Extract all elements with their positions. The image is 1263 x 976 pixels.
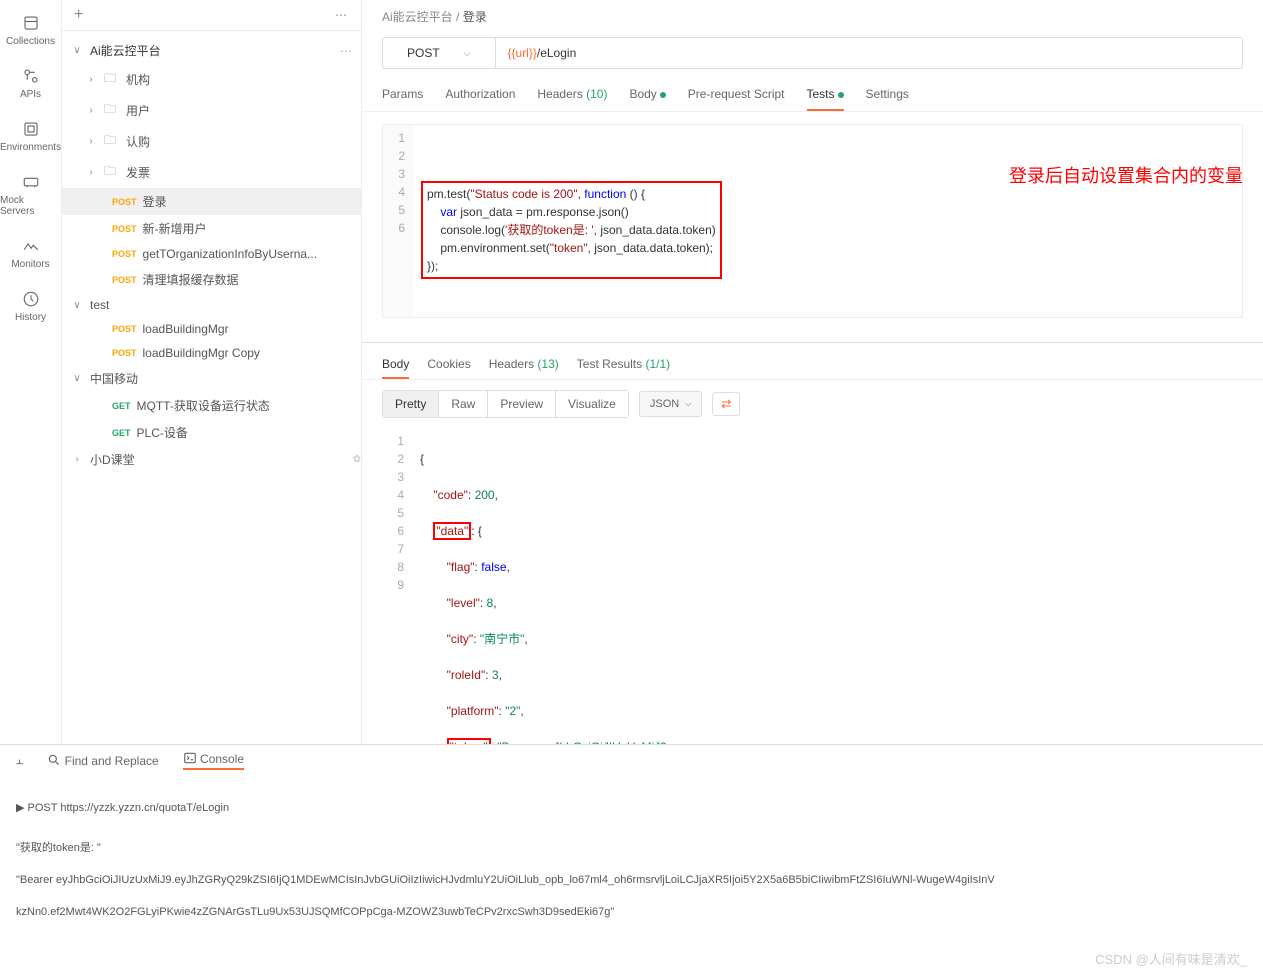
- sidebar-menu[interactable]: ⋯: [335, 8, 349, 22]
- tab-auth[interactable]: Authorization: [445, 79, 515, 111]
- request-bar: POST⌵ {{url}}/eLogin: [382, 37, 1243, 69]
- req-getorg[interactable]: POSTgetTOrganizationInfoByUserna...: [62, 242, 361, 266]
- json-body[interactable]: 123456789 { "code": 200, "data": { "flag…: [362, 428, 1263, 744]
- rail-environments[interactable]: Environments: [0, 110, 61, 163]
- group-xd[interactable]: ›小D课堂✿: [62, 446, 361, 473]
- btn-raw[interactable]: Raw: [439, 391, 488, 417]
- req-newuser[interactable]: POST新-新增用户: [62, 215, 361, 242]
- folder-invoice[interactable]: ›🗀发票: [62, 157, 361, 188]
- folder-org[interactable]: ›🗀机构: [62, 64, 361, 95]
- wrap-toggle[interactable]: ⇄: [712, 392, 740, 416]
- btn-visualize[interactable]: Visualize: [556, 391, 628, 417]
- rail-monitors[interactable]: Monitors: [0, 227, 61, 280]
- toggle-panel[interactable]: ⫠: [16, 753, 23, 768]
- tab-tests[interactable]: Tests: [807, 79, 844, 111]
- tab-headers[interactable]: Headers (10): [537, 79, 607, 111]
- req-login[interactable]: POST登录: [62, 188, 361, 215]
- rail-mock[interactable]: Mock Servers: [0, 163, 61, 227]
- dot-indicator: [838, 92, 844, 98]
- group-cm[interactable]: ∨中国移动: [62, 365, 361, 392]
- req-mqtt[interactable]: GETMQTT-获取设备运行状态: [62, 392, 361, 419]
- star-icon: ✿: [353, 454, 361, 465]
- sidebar: + ⋯ ∨Ai能云控平台 ⋯ ›🗀机构 ›🗀用户 ›🗀认购 ›🗀发票 POST登…: [62, 0, 362, 744]
- response: Body Cookies Headers (13) Test Results (…: [362, 342, 1263, 744]
- console-output: ▶ POST https://yzzk.yzzn.cn/quotaT/eLogi…: [0, 776, 1263, 976]
- req-loadmgr[interactable]: POSTloadBuildingMgr: [62, 317, 361, 341]
- main: Ai能云控平台 / 登录 POST⌵ {{url}}/eLogin Params…: [362, 0, 1263, 744]
- watermark: CSDN @人间有味是清欢_: [1095, 952, 1247, 968]
- add-collection[interactable]: +: [74, 6, 83, 24]
- annotation: 登录后自动设置集合内的变量: [1009, 162, 1243, 188]
- footer: ⫠ Find and Replace Console: [0, 744, 1263, 776]
- gutter: 123456: [383, 125, 413, 317]
- view-mode: Pretty Raw Preview Visualize: [382, 390, 629, 418]
- rail-collections[interactable]: Collections: [0, 4, 61, 57]
- tab-settings[interactable]: Settings: [866, 79, 909, 111]
- rail-history[interactable]: History: [0, 280, 61, 333]
- tab-params[interactable]: Params: [382, 79, 423, 111]
- method-select[interactable]: POST⌵: [383, 38, 496, 68]
- group-test[interactable]: ∨test: [62, 293, 361, 317]
- req-plc[interactable]: GETPLC-设备: [62, 419, 361, 446]
- code[interactable]: pm.test("Status code is 200", function (…: [413, 125, 722, 317]
- nav-rail: Collections APIs Environments Mock Serve…: [0, 0, 62, 744]
- find-replace[interactable]: Find and Replace: [47, 753, 158, 768]
- resp-tab-tests[interactable]: Test Results (1/1): [577, 351, 670, 379]
- folder-sub[interactable]: ›🗀认购: [62, 126, 361, 157]
- request-tabs: Params Authorization Headers (10) Body P…: [362, 79, 1263, 112]
- breadcrumb: Ai能云控平台 / 登录: [362, 0, 1263, 33]
- collection-tree: ∨Ai能云控平台 ⋯ ›🗀机构 ›🗀用户 ›🗀认购 ›🗀发票 POST登录 PO…: [62, 31, 361, 744]
- resp-tab-body[interactable]: Body: [382, 351, 409, 379]
- tree-root[interactable]: ∨Ai能云控平台 ⋯: [62, 37, 361, 64]
- btn-pretty[interactable]: Pretty: [383, 391, 439, 417]
- tab-body[interactable]: Body: [629, 79, 665, 111]
- req-cleancache[interactable]: POST清理填报缓存数据: [62, 266, 361, 293]
- url-input[interactable]: {{url}}/eLogin: [496, 38, 1243, 68]
- folder-user[interactable]: ›🗀用户: [62, 95, 361, 126]
- format-select[interactable]: JSON⌵: [639, 391, 702, 417]
- rail-apis[interactable]: APIs: [0, 57, 61, 110]
- btn-preview[interactable]: Preview: [488, 391, 556, 417]
- script-editor[interactable]: 123456 pm.test("Status code is 200", fun…: [362, 112, 1263, 330]
- dot-indicator: [660, 92, 666, 98]
- tab-prereq[interactable]: Pre-request Script: [688, 79, 785, 111]
- resp-tab-cookies[interactable]: Cookies: [427, 351, 470, 379]
- resp-tab-headers[interactable]: Headers (13): [489, 351, 559, 379]
- console-toggle[interactable]: Console: [183, 751, 244, 770]
- req-loadmgr-copy[interactable]: POSTloadBuildingMgr Copy: [62, 341, 361, 365]
